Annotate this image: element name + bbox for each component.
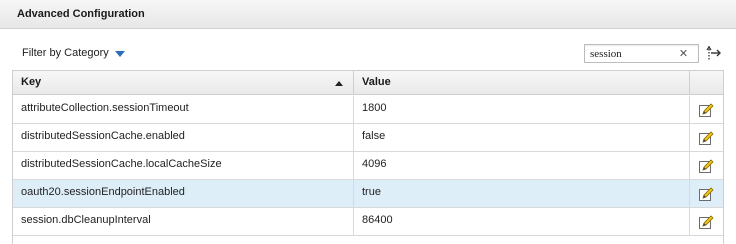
table-row-selected[interactable]: oauth20.sessionEndpointEnabled true <box>13 180 723 208</box>
edit-icon[interactable] <box>699 131 714 146</box>
table-row[interactable]: session.dbCleanupInterval 86400 <box>13 208 723 236</box>
edit-icon[interactable] <box>699 187 714 202</box>
row-value: 1800 <box>354 96 690 123</box>
row-value: false <box>354 124 690 151</box>
row-key: session.dbCleanupInterval <box>13 208 354 235</box>
filter-by-category-dropdown[interactable]: Filter by Category <box>22 46 125 60</box>
table-header: Key Value <box>13 71 723 95</box>
export-arrows-icon[interactable] <box>704 44 722 62</box>
table-row[interactable]: distributedSessionCache.localCacheSize 4… <box>13 152 723 180</box>
filter-label: Filter by Category <box>22 47 109 59</box>
edit-icon[interactable] <box>699 159 714 174</box>
row-key: oauth20.sessionEndpointEnabled <box>13 180 354 207</box>
panel-title: Advanced Configuration <box>17 8 145 20</box>
table-row[interactable]: distributedSessionCache.enabled false <box>13 124 723 152</box>
table-row[interactable]: attributeCollection.sessionTimeout 1800 <box>13 96 723 124</box>
row-action <box>690 96 723 123</box>
edit-icon[interactable] <box>699 103 714 118</box>
row-action <box>690 208 723 235</box>
search-input[interactable] <box>585 45 675 62</box>
row-action <box>690 124 723 151</box>
column-header-actions <box>690 71 723 95</box>
row-value: 86400 <box>354 208 690 235</box>
search-box[interactable]: ✕ <box>584 44 699 63</box>
sort-ascending-icon <box>335 81 343 86</box>
column-header-key[interactable]: Key <box>13 71 354 95</box>
row-key: distributedSessionCache.enabled <box>13 124 354 151</box>
row-action <box>690 152 723 179</box>
row-value: true <box>354 180 690 207</box>
close-icon[interactable]: ✕ <box>678 47 689 60</box>
panel-header: Advanced Configuration <box>0 0 736 29</box>
column-header-value[interactable]: Value <box>354 71 690 95</box>
configuration-table: Key Value attributeCollection.sessionTim… <box>12 70 724 244</box>
row-key: distributedSessionCache.localCacheSize <box>13 152 354 179</box>
edit-icon[interactable] <box>699 215 714 230</box>
chevron-down-icon <box>114 51 125 57</box>
row-action <box>690 180 723 207</box>
row-value: 4096 <box>354 152 690 179</box>
row-key: attributeCollection.sessionTimeout <box>13 96 354 123</box>
